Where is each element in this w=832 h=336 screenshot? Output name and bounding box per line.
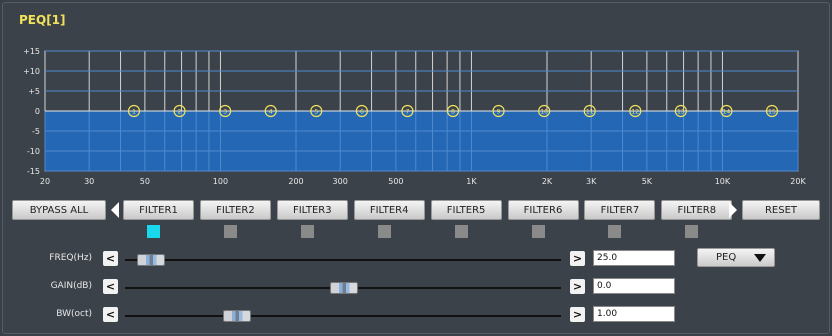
- x-tick-label: 2K: [542, 177, 553, 186]
- gain-increase-button[interactable]: >: [570, 279, 585, 294]
- bw-input[interactable]: 1.00: [593, 306, 675, 322]
- y-tick-label: +10: [23, 67, 40, 76]
- filter-marker-label: 14: [723, 109, 731, 116]
- x-tick-label: 3K: [586, 177, 597, 186]
- x-tick-label: 10K: [715, 177, 731, 186]
- filter-button[interactable]: FILTER7: [584, 200, 656, 220]
- filter-scroll-left-icon[interactable]: [111, 202, 119, 218]
- x-tick-label: 300: [333, 177, 348, 186]
- x-tick-label: 200: [288, 177, 303, 186]
- freq-decrease-button[interactable]: <: [103, 251, 118, 266]
- y-tick-label: +5: [28, 87, 40, 96]
- filter-indicator[interactable]: [223, 225, 237, 238]
- filter-marker-label: 1: [132, 109, 136, 116]
- filter-indicator[interactable]: [608, 225, 622, 238]
- filter-marker-label: 3: [223, 109, 227, 116]
- filter-scroll-right-icon[interactable]: [729, 202, 737, 218]
- filter-indicator[interactable]: [685, 225, 699, 238]
- filter-type-value: PEQ: [716, 252, 737, 263]
- y-axis-labels: +15 +10 +5 0 -5 -10 -15: [23, 47, 40, 176]
- filter-button[interactable]: FILTER3: [276, 200, 348, 220]
- y-tick-label: -5: [32, 127, 40, 136]
- gain-input[interactable]: 0.0: [593, 278, 675, 294]
- x-axis-labels: 20 30 50 100 200 300 500 1K 2K 3K 5K 10K 20K: [40, 177, 807, 186]
- bw-decrease-button[interactable]: <: [103, 307, 118, 322]
- filter-button[interactable]: FILTER4: [353, 200, 425, 220]
- x-tick-label: 5K: [642, 177, 653, 186]
- y-tick-label: 0: [35, 107, 40, 116]
- filter-markers: 1 2 3 4 5 6 7 8 9 10 11 12 13 14 15: [127, 104, 779, 118]
- filter-marker-label: 12: [631, 109, 639, 116]
- filter-marker-label: 2: [178, 109, 182, 116]
- gain-decrease-button[interactable]: <: [103, 279, 118, 294]
- gain-slider-thumb[interactable]: [330, 282, 358, 294]
- filter-button[interactable]: FILTER2: [199, 200, 271, 220]
- chevron-down-icon: [754, 254, 766, 262]
- filter-marker-label: 6: [360, 109, 364, 116]
- bw-slider-thumb[interactable]: [223, 310, 252, 322]
- filter-marker-label: 4: [269, 109, 273, 116]
- y-tick-label: +15: [23, 47, 40, 56]
- eq-graph: +15 +10 +5 0 -5 -10 -15 20 30 50 100 200 300 500 1K 2K…: [23, 47, 807, 186]
- gain-label: GAIN(dB): [50, 281, 92, 291]
- filter-indicator[interactable]: [147, 225, 160, 238]
- filter-marker-label: 7: [406, 109, 410, 116]
- eq-response-fill: [45, 111, 798, 171]
- filter-marker-label: 8: [451, 109, 455, 116]
- filter-indicator[interactable]: [531, 225, 545, 238]
- filter-indicator[interactable]: [454, 225, 468, 238]
- filter-marker-label: 15: [768, 109, 776, 116]
- filter-button[interactable]: FILTER5: [430, 200, 502, 220]
- filter-marker-label: 5: [314, 109, 318, 116]
- freq-slider-track[interactable]: [125, 259, 561, 261]
- y-tick-label: -10: [27, 147, 40, 156]
- bw-label: BW(oct): [56, 309, 92, 319]
- filter-marker-label: 10: [540, 109, 548, 116]
- filter-button[interactable]: FILTER8: [661, 200, 733, 220]
- filter-type-dropdown[interactable]: PEQ: [697, 248, 775, 267]
- freq-slider-thumb[interactable]: [137, 254, 166, 266]
- x-tick-label: 20K: [790, 177, 806, 186]
- x-tick-label: 500: [388, 177, 403, 186]
- x-tick-label: 1K: [466, 177, 477, 186]
- bw-slider-track[interactable]: [125, 315, 561, 317]
- filter-button[interactable]: FILTER1: [123, 200, 194, 220]
- freq-input[interactable]: 25.0: [593, 250, 675, 266]
- reset-button[interactable]: RESET: [742, 200, 820, 220]
- freq-increase-button[interactable]: >: [570, 251, 585, 266]
- filter-marker-label: 9: [497, 109, 501, 116]
- filter-button[interactable]: FILTER6: [507, 200, 579, 220]
- filter-indicator[interactable]: [300, 225, 314, 238]
- x-tick-label: 100: [213, 177, 228, 186]
- y-tick-label: -15: [27, 167, 40, 176]
- filter-marker-label: 13: [677, 109, 685, 116]
- bw-increase-button[interactable]: >: [570, 307, 585, 322]
- bypass-all-button[interactable]: BYPASS ALL: [12, 200, 106, 220]
- x-tick-label: 20: [40, 177, 50, 186]
- filter-marker-label: 11: [586, 109, 594, 116]
- freq-label: FREQ(Hz): [49, 253, 92, 263]
- x-tick-label: 30: [84, 177, 94, 186]
- x-tick-label: 50: [140, 177, 150, 186]
- filter-indicator[interactable]: [377, 225, 391, 238]
